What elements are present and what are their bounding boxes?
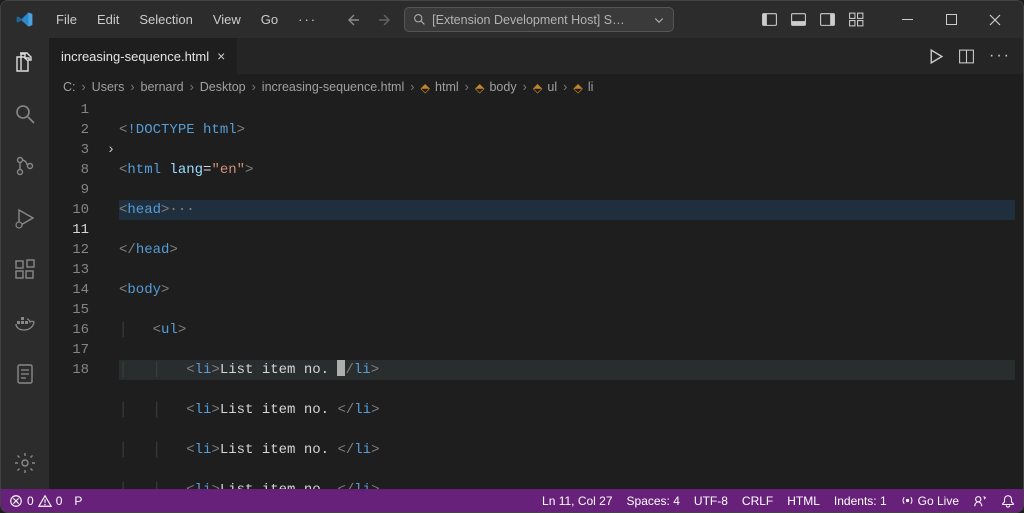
fold-collapsed-icon[interactable]: › [103, 140, 119, 160]
status-indents[interactable]: Indents: 1 [834, 494, 887, 508]
chevron-down-icon [653, 14, 665, 26]
activity-search-icon[interactable] [1, 98, 49, 130]
activity-explorer-icon[interactable] [1, 46, 49, 78]
window-minimize-icon[interactable] [885, 5, 929, 35]
editor-group: increasing-sequence.html × ··· C: › User… [49, 38, 1023, 489]
nav-back-icon[interactable] [346, 12, 362, 28]
menu-overflow[interactable]: ··· [289, 8, 326, 31]
symbol-icon: ⬘ [420, 80, 430, 95]
breadcrumb-symbol[interactable]: ⬘body [475, 80, 517, 95]
symbol-icon: ⬘ [475, 80, 485, 95]
breadcrumb-segment[interactable]: increasing-sequence.html [262, 80, 404, 94]
vscode-logo-icon [11, 7, 37, 33]
fold-gutter: › [103, 100, 119, 489]
window-maximize-icon[interactable] [929, 5, 973, 35]
activity-snapcode-icon[interactable] [1, 358, 49, 390]
editor-more-icon[interactable]: ··· [989, 47, 1011, 65]
code-editor[interactable]: 1 2 3 8 9 10 11 12 13 14 15 16 17 18 [49, 100, 1023, 489]
nav-forward-icon[interactable] [376, 12, 392, 28]
menu-go[interactable]: Go [252, 8, 287, 31]
status-problems[interactable]: 0 0 [9, 494, 62, 508]
chevron-right-icon: › [130, 80, 134, 94]
breadcrumb-symbol[interactable]: ⬘li [573, 80, 593, 95]
status-cursor-position[interactable]: Ln 11, Col 27 [542, 494, 613, 508]
chevron-right-icon: › [563, 80, 567, 94]
symbol-icon: ⬘ [573, 80, 583, 95]
status-bell-icon[interactable] [1001, 494, 1015, 508]
status-encoding[interactable]: UTF-8 [694, 494, 728, 508]
breadcrumb-symbol[interactable]: ⬘ul [533, 80, 557, 95]
menu-file[interactable]: File [47, 8, 86, 31]
minimap[interactable] [1015, 100, 1023, 489]
title-bar: File Edit Selection View Go ··· [Extensi… [1, 1, 1023, 38]
error-icon [9, 494, 23, 508]
breadcrumb[interactable]: C: › Users › bernard › Desktop › increas… [49, 74, 1023, 100]
layout-panel-icon[interactable] [790, 11, 807, 28]
tab-increasing-sequence[interactable]: increasing-sequence.html × [49, 38, 238, 74]
body-area: increasing-sequence.html × ··· C: › User… [1, 38, 1023, 489]
status-language[interactable]: HTML [787, 494, 820, 508]
status-port[interactable]: P [74, 494, 82, 508]
chevron-right-icon: › [465, 80, 469, 94]
activity-extensions-icon[interactable] [1, 254, 49, 286]
activity-source-control-icon[interactable] [1, 150, 49, 182]
search-icon [413, 13, 426, 26]
code-content[interactable]: <!DOCTYPE html> <html lang="en"> <head>·… [119, 100, 1015, 489]
symbol-icon: ⬘ [533, 80, 543, 95]
menu-selection[interactable]: Selection [130, 8, 201, 31]
activity-bar [1, 38, 49, 489]
menu-view[interactable]: View [204, 8, 250, 31]
vscode-window: File Edit Selection View Go ··· [Extensi… [0, 0, 1024, 513]
breadcrumb-segment[interactable]: Users [92, 80, 125, 94]
breadcrumb-segment[interactable]: Desktop [200, 80, 246, 94]
customize-layout-icon[interactable] [848, 11, 865, 28]
layout-sidebar-left-icon[interactable] [761, 11, 778, 28]
warning-icon [38, 494, 52, 508]
layout-sidebar-right-icon[interactable] [819, 11, 836, 28]
status-indent[interactable]: Spaces: 4 [627, 494, 680, 508]
chevron-right-icon: › [82, 80, 86, 94]
command-center-label: [Extension Development Host] S… [432, 13, 647, 27]
window-close-icon[interactable] [973, 5, 1017, 35]
status-bar: 0 0 P Ln 11, Col 27 Spaces: 4 UTF-8 CRLF… [1, 489, 1023, 512]
menu-edit[interactable]: Edit [88, 8, 128, 31]
editor-tabs: increasing-sequence.html × ··· [49, 38, 1023, 74]
activity-run-debug-icon[interactable] [1, 202, 49, 234]
tab-title: increasing-sequence.html [61, 49, 209, 64]
chevron-right-icon: › [190, 80, 194, 94]
status-eol[interactable]: CRLF [742, 494, 773, 508]
chevron-right-icon: › [523, 80, 527, 94]
chevron-right-icon: › [252, 80, 256, 94]
split-editor-icon[interactable] [958, 48, 975, 65]
command-center[interactable]: [Extension Development Host] S… [404, 7, 674, 32]
run-file-icon[interactable] [927, 48, 944, 65]
line-number-gutter: 1 2 3 8 9 10 11 12 13 14 15 16 17 18 [49, 100, 103, 489]
status-feedback-icon[interactable] [973, 494, 987, 508]
tab-close-icon[interactable]: × [217, 48, 225, 64]
activity-docker-icon[interactable] [1, 306, 49, 338]
breadcrumb-symbol[interactable]: ⬘html [420, 80, 458, 95]
activity-settings-gear-icon[interactable] [1, 447, 49, 479]
chevron-right-icon: › [410, 80, 414, 94]
broadcast-icon [901, 494, 914, 507]
status-go-live[interactable]: Go Live [901, 494, 959, 508]
breadcrumb-segment[interactable]: C: [63, 80, 76, 94]
breadcrumb-segment[interactable]: bernard [141, 80, 184, 94]
